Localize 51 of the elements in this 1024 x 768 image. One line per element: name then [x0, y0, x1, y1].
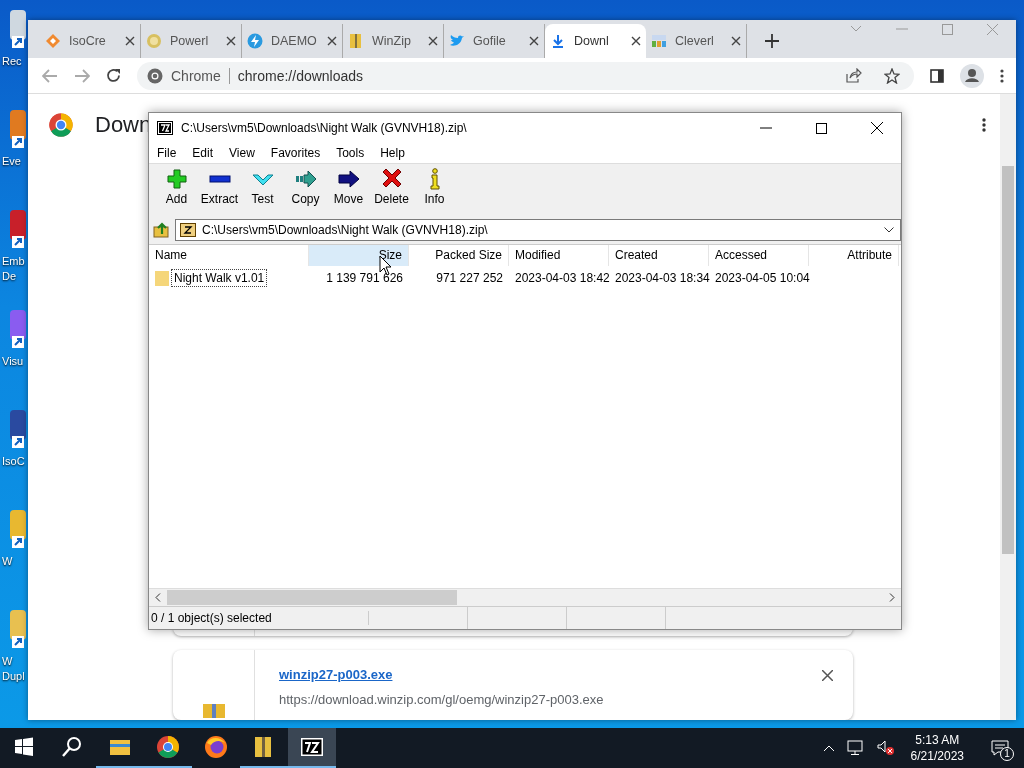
desktop-icon-label: De — [2, 269, 17, 284]
notification-button[interactable]: 1 — [976, 728, 1024, 768]
menu-item[interactable]: Tools — [336, 146, 365, 160]
address-bar[interactable]: Chrome chrome://downloads — [137, 61, 914, 90]
path-field[interactable]: C:\Users\vm5\Downloads\Night Walk (GVNVH18).zip\ — [175, 219, 901, 241]
clock-time[interactable]: 5:13 AM — [915, 732, 960, 748]
table-cell: 1 139 791 626 — [326, 271, 403, 285]
add-button[interactable]: Add — [157, 168, 196, 206]
desktop-icon-label: W — [2, 654, 13, 669]
status-text: 0 / 1 object(s) selected — [149, 611, 369, 625]
browser-tab[interactable]: Cleverl — [646, 24, 747, 59]
source-url: https://download.winzip.com/gl/oemg/winzip27-p003.exe — [279, 692, 605, 707]
menu-item[interactable]: Edit — [192, 146, 214, 160]
browser-tab[interactable]: DAEMO — [242, 24, 343, 59]
desktop-icon-label: W — [2, 554, 13, 569]
menu-item[interactable]: File — [157, 146, 177, 160]
browser-tab[interactable]: WinZip — [343, 24, 444, 59]
file-name[interactable]: Night Walk v1.01 — [171, 269, 268, 287]
move-button[interactable]: Move — [329, 168, 368, 206]
table-cell: 971 227 252 — [436, 271, 503, 285]
menu-item[interactable]: View — [229, 146, 255, 160]
column-header[interactable]: Accessed — [709, 245, 809, 266]
info-button[interactable]: Info — [415, 168, 454, 206]
menu-item[interactable]: Favorites — [270, 146, 321, 160]
table-cell: 2023-04-03 18:42 — [515, 271, 610, 285]
column-header[interactable]: Attribute — [809, 245, 899, 266]
desktop-icon-label: Eve — [2, 154, 21, 169]
table-cell: 2023-04-05 10:04 — [715, 271, 810, 285]
desktop-icon-label: Dupl — [2, 669, 25, 684]
url-text: chrome://downloads — [237, 67, 364, 84]
column-header[interactable]: Size — [309, 245, 409, 266]
browser-tab[interactable]: Powerl — [141, 24, 242, 59]
desktop-icon-label: IsoC — [2, 454, 25, 469]
column-header[interactable]: Packed Size — [409, 245, 509, 266]
window-title: C:\Users\vm5\Downloads\Night Walk (GVNVH18).zip\ — [181, 121, 467, 135]
browser-tab[interactable]: IsoCre — [40, 24, 141, 59]
delete-button[interactable]: Delete — [372, 168, 411, 206]
site-label: Chrome — [171, 67, 221, 84]
extract-button[interactable]: Extract — [200, 168, 239, 206]
clock-date[interactable]: 6/21/2023 — [910, 748, 964, 764]
copy-button[interactable]: Copy — [286, 168, 325, 206]
browser-tab[interactable]: Downl — [545, 24, 646, 59]
test-button[interactable]: Test — [243, 168, 282, 206]
column-header[interactable]: Created — [609, 245, 709, 266]
column-header[interactable]: Modified — [509, 245, 609, 266]
table-cell: 2023-04-03 18:34 — [615, 271, 710, 285]
file-link[interactable]: winzip27-p003.exe — [279, 667, 393, 682]
desktop-icon-label: Emb — [2, 254, 25, 269]
desktop-icon-label: Visu — [2, 354, 24, 369]
menu-item[interactable]: Help — [380, 146, 405, 160]
desktop-icon-label: Rec — [2, 54, 22, 69]
